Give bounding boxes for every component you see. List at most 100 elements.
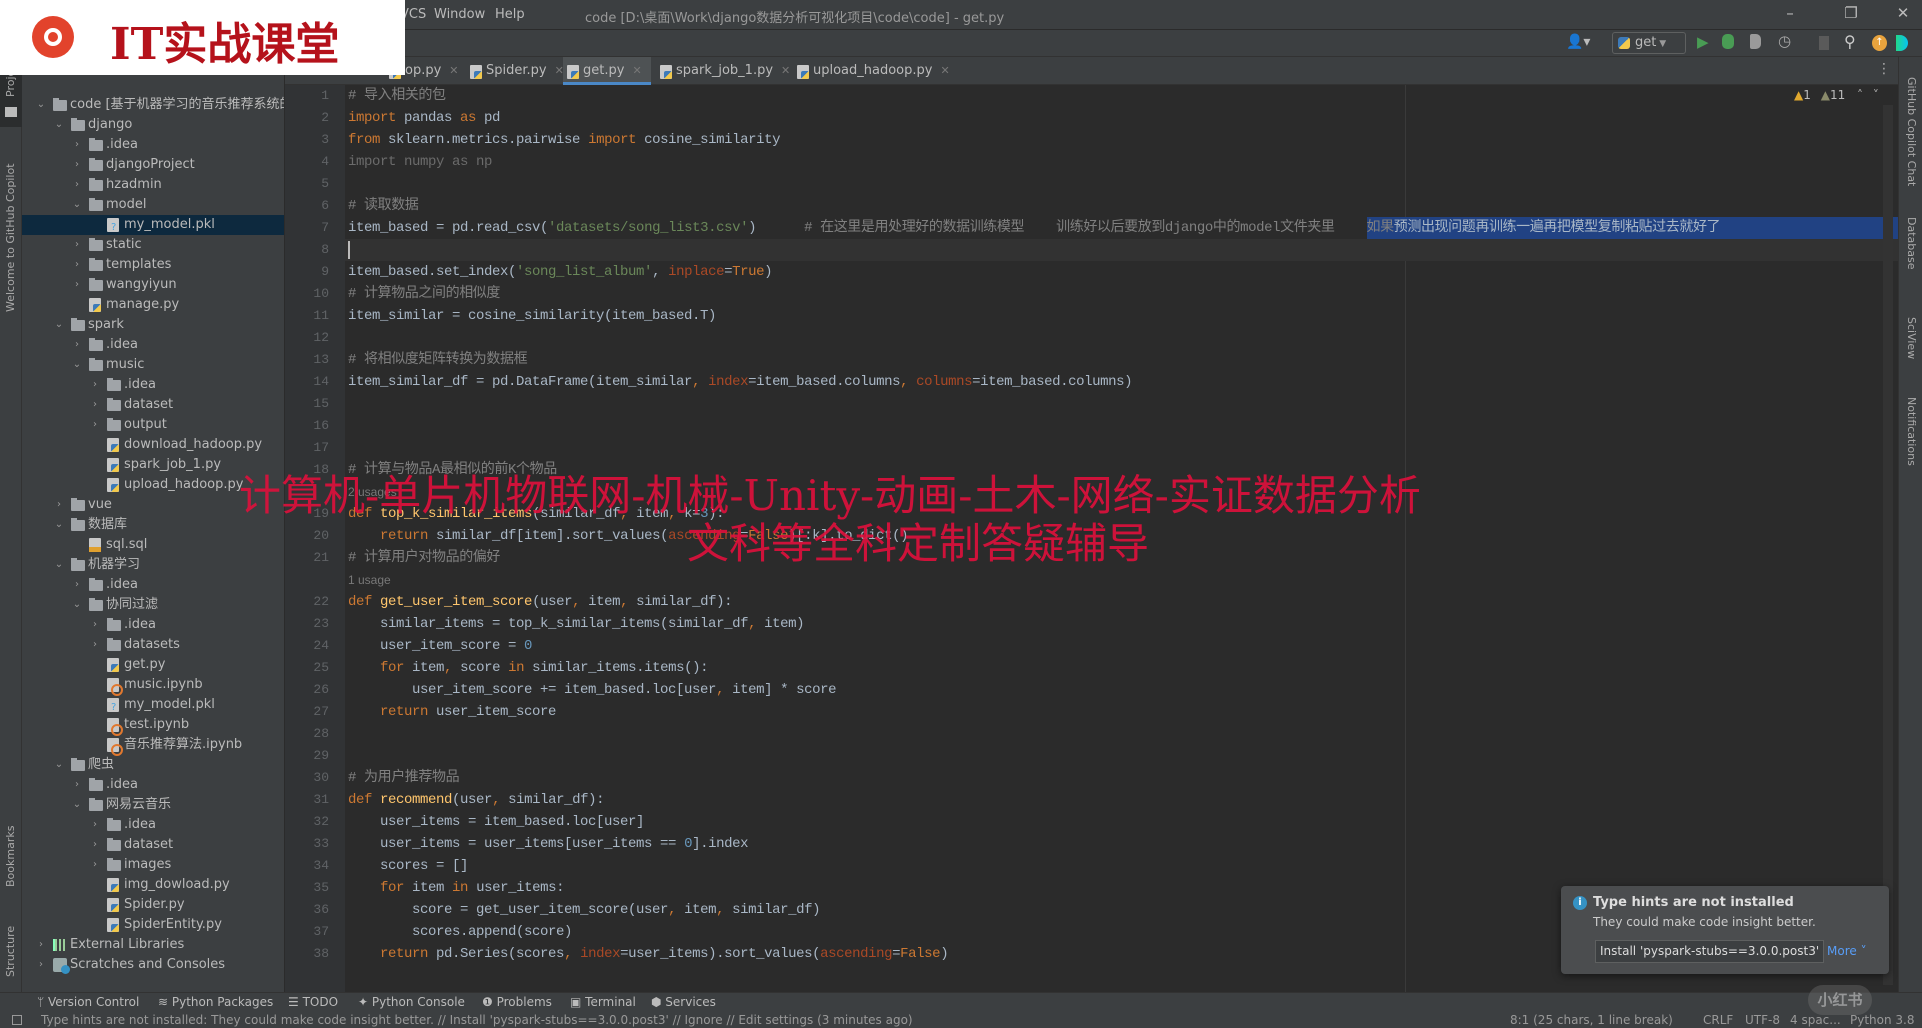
tree-item[interactable]: my_model.pkl xyxy=(22,695,284,715)
tree-item[interactable]: sql.sql xyxy=(22,535,284,555)
code-line[interactable]: item_based = pd.read_csv('datasets/song_… xyxy=(348,217,1721,239)
tree-item[interactable]: › hzadmin xyxy=(22,175,284,195)
prev-highlight-icon[interactable]: ˄ xyxy=(1857,88,1863,102)
tree-item[interactable]: ⌄ 网易云音乐 xyxy=(22,795,284,815)
coverage-icon[interactable] xyxy=(1750,34,1761,49)
code-line[interactable]: scores = [] xyxy=(348,855,468,877)
menu-window[interactable]: Window xyxy=(434,7,485,22)
code-line[interactable]: for item in user_items: xyxy=(348,877,564,899)
chevron-down-icon[interactable]: ⌄ xyxy=(71,195,83,215)
search-icon[interactable]: ⚲ xyxy=(1844,32,1856,51)
tree-item[interactable]: download_hadoop.py xyxy=(22,435,284,455)
database-tab[interactable]: Database xyxy=(1905,217,1918,270)
tree-item[interactable]: ⌄ code [基于机器学习的音乐推荐系统的设 xyxy=(22,95,284,115)
chevron-right-icon[interactable]: › xyxy=(71,275,83,295)
code-line[interactable]: import pandas as pd xyxy=(348,107,500,129)
tree-item[interactable]: my_model.pkl xyxy=(22,215,284,235)
stop-icon[interactable] xyxy=(1819,36,1829,50)
tree-item[interactable]: ⌄ music xyxy=(22,355,284,375)
tree-item[interactable]: › static xyxy=(22,235,284,255)
tree-item[interactable]: › .idea xyxy=(22,775,284,795)
close-tab-icon[interactable]: ✕ xyxy=(449,64,458,77)
chevron-right-icon[interactable]: › xyxy=(53,495,65,515)
code-line[interactable]: # 导入相关的包 xyxy=(348,85,446,107)
tree-item[interactable]: › images xyxy=(22,855,284,875)
code-line[interactable]: import numpy as np xyxy=(348,151,492,173)
tree-item[interactable]: › datasets xyxy=(22,635,284,655)
tree-item[interactable]: › .idea xyxy=(22,615,284,635)
code-line[interactable]: return pd.Series(scores, index=user_item… xyxy=(348,943,949,965)
chevron-right-icon[interactable]: › xyxy=(71,335,83,355)
toggle-tool-windows-icon[interactable] xyxy=(12,1015,22,1025)
python-console-tab[interactable]: ✦ Python Console xyxy=(358,995,465,1009)
tree-item[interactable]: › templates xyxy=(22,255,284,275)
close-tab-icon[interactable]: ✕ xyxy=(781,64,790,77)
code-line[interactable]: user_item_score = 0 xyxy=(348,635,532,657)
close-button[interactable]: ✕ xyxy=(1892,4,1914,22)
more-tabs-icon[interactable]: ⋮ xyxy=(1877,61,1891,77)
chevron-right-icon[interactable]: › xyxy=(89,375,101,395)
chevron-right-icon[interactable]: › xyxy=(89,635,101,655)
code-line[interactable]: return user_item_score xyxy=(348,701,556,723)
code-line[interactable]: scores.append(score) xyxy=(348,921,572,943)
chevron-down-icon[interactable]: ⌄ xyxy=(71,795,83,815)
code-line[interactable]: user_items = item_based.loc[user] xyxy=(348,811,644,833)
tab-upload-hadoop-py[interactable]: upload_hadoop.py ✕ xyxy=(793,57,953,85)
minimize-button[interactable]: – xyxy=(1779,4,1801,22)
code-line[interactable]: item_similar = cosine_similarity(item_ba… xyxy=(348,305,716,327)
chevron-right-icon[interactable]: › xyxy=(71,775,83,795)
code-line[interactable]: item_similar_df = pd.DataFrame(item_simi… xyxy=(348,371,1133,393)
sciview-tab[interactable]: SciView xyxy=(1905,317,1918,359)
tab-spark-job-1-py[interactable]: spark_job_1.py ✕ xyxy=(656,57,790,85)
chevron-right-icon[interactable]: › xyxy=(89,855,101,875)
chevron-right-icon[interactable]: › xyxy=(89,415,101,435)
usages-inlay[interactable]: 1 usage xyxy=(348,569,391,591)
tree-item[interactable]: › djangoProject xyxy=(22,155,284,175)
debug-icon[interactable] xyxy=(1722,34,1734,49)
editor-scrollbar[interactable] xyxy=(1883,105,1893,985)
more-link[interactable]: More ˅ xyxy=(1827,944,1867,958)
chevron-down-icon[interactable]: ⌄ xyxy=(71,355,83,375)
restore-button[interactable]: ❐ xyxy=(1840,4,1862,22)
code-line[interactable]: # 将相似度矩阵转换为数据框 xyxy=(348,349,528,371)
tree-item[interactable]: › .idea xyxy=(22,335,284,355)
chevron-down-icon[interactable]: ⌄ xyxy=(53,515,65,535)
tree-item[interactable]: test.ipynb xyxy=(22,715,284,736)
chevron-right-icon[interactable]: › xyxy=(35,935,47,955)
menu-help[interactable]: Help xyxy=(495,7,525,22)
tree-item[interactable]: manage.py xyxy=(22,295,284,315)
chevron-right-icon[interactable]: › xyxy=(89,395,101,415)
code-line[interactable]: user_items = user_items[user_items == 0]… xyxy=(348,833,748,855)
python-packages-tab[interactable]: ≋ Python Packages xyxy=(158,995,273,1009)
structure-tab[interactable]: Structure xyxy=(4,926,17,977)
chevron-down-icon[interactable]: ⌄ xyxy=(53,755,65,775)
run-config-select[interactable]: get ▼ xyxy=(1612,32,1686,54)
chevron-right-icon[interactable]: › xyxy=(89,815,101,835)
todo-tab[interactable]: ☰ TODO xyxy=(288,995,338,1009)
code-line[interactable]: for item, score in similar_items.items()… xyxy=(348,657,709,679)
code-line[interactable]: similar_items = top_k_similar_items(simi… xyxy=(348,613,805,635)
tab-spider-py[interactable]: Spider.py ✕ xyxy=(466,57,564,85)
code-line[interactable]: score = get_user_item_score(user, item, … xyxy=(348,899,821,921)
tab-get-py[interactable]: get.py ✕ xyxy=(563,57,651,85)
code-line[interactable]: from sklearn.metrics.pairwise import cos… xyxy=(348,129,781,151)
problems-tab[interactable]: ❶ Problems xyxy=(482,995,552,1009)
user-icon[interactable]: 👤▾ xyxy=(1566,34,1590,50)
chevron-down-icon[interactable]: ⌄ xyxy=(53,315,65,335)
close-tab-icon[interactable]: ✕ xyxy=(632,64,641,77)
chevron-right-icon[interactable]: › xyxy=(71,155,83,175)
chevron-right-icon[interactable]: › xyxy=(71,255,83,275)
tree-item[interactable]: › output xyxy=(22,415,284,435)
chevron-right-icon[interactable]: › xyxy=(89,615,101,635)
chevron-right-icon[interactable]: › xyxy=(35,955,47,975)
tree-item[interactable]: › wangyiyun xyxy=(22,275,284,295)
copilot-welcome-tab[interactable]: Welcome to GitHub Copilot xyxy=(4,163,17,312)
services-tab[interactable]: ⬢ Services xyxy=(651,995,716,1009)
tree-item[interactable]: ⌄ 爬虫 xyxy=(22,755,284,775)
tree-item[interactable]: › dataset xyxy=(22,835,284,855)
tree-item[interactable]: › External Libraries xyxy=(22,935,284,955)
tree-item[interactable]: Spider.py xyxy=(22,895,284,915)
run-icon[interactable]: ▶ xyxy=(1697,33,1709,51)
tree-item[interactable]: ⌄ model xyxy=(22,195,284,215)
tree-item[interactable]: › Scratches and Consoles xyxy=(22,955,284,975)
